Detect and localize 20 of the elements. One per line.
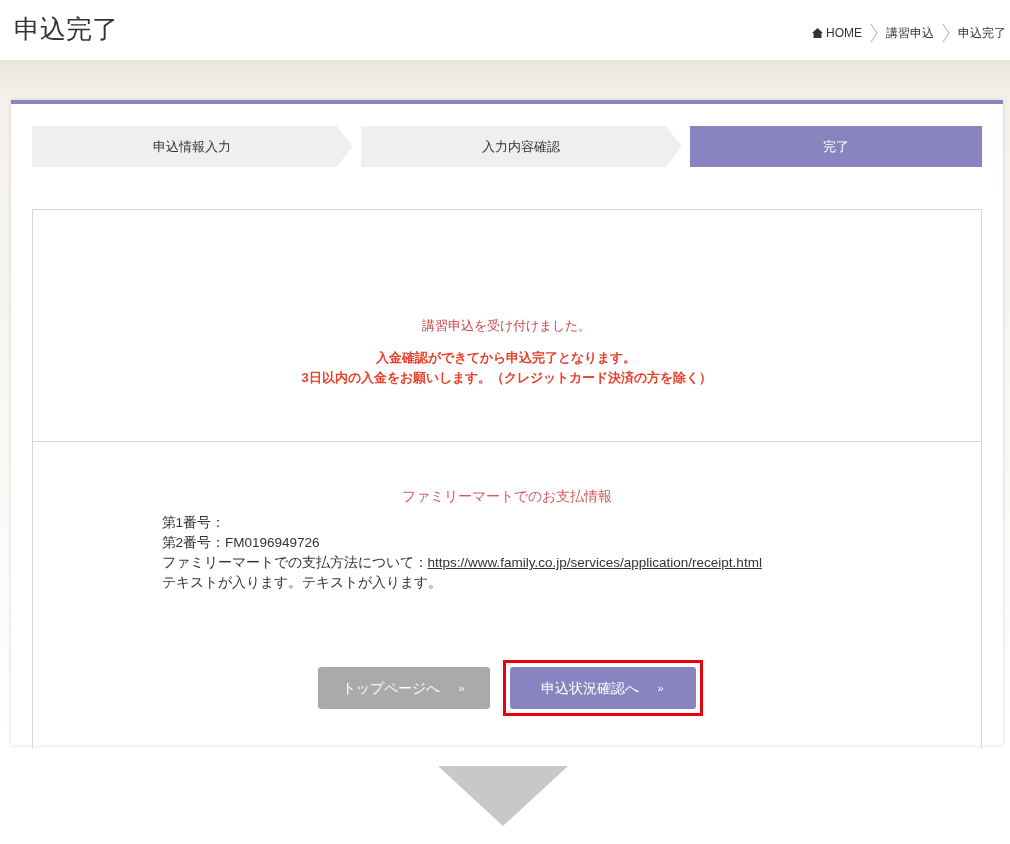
- breadcrumb-home-link[interactable]: HOME: [812, 24, 862, 42]
- home-icon: [812, 28, 823, 38]
- payment-info-line: テキストが入ります。テキストが入ります。: [161, 574, 443, 592]
- chevron-separator-icon: [870, 23, 878, 43]
- payment-info-line: 第2番号：FM0196949726: [161, 534, 321, 552]
- progress-step: 入力内容確認: [360, 126, 682, 167]
- down-triangle-icon: [438, 766, 568, 826]
- payment-info-line: 第1番号：: [161, 514, 226, 532]
- payment-notice-line: 入金確認ができてから申込完了となります。: [376, 348, 637, 367]
- payment-info-heading: ファミリーマートでのお支払情報: [400, 487, 613, 506]
- progress-step: 完了: [689, 126, 982, 167]
- payment-info-line: ファミリーマートでの支払方法について：https://www.family.co.jp/services/application/receipt.html: [161, 554, 763, 572]
- received-message: 講習申込を受け付けました。: [422, 317, 591, 335]
- payment-method-link[interactable]: https://www.family.co.jp/services/application/receipt.html: [427, 555, 762, 570]
- breadcrumb-link[interactable]: 講習申込: [886, 24, 934, 42]
- progress-step: 申込情報入力: [31, 126, 353, 167]
- page-title: 申込完了: [14, 13, 118, 46]
- chevron-separator-icon: [942, 23, 950, 43]
- payment-notice-line: 3日以内の入金をお願いします。（クレジットカード決済の方を除く）: [301, 368, 712, 387]
- breadcrumb-current: 申込完了: [958, 25, 1006, 42]
